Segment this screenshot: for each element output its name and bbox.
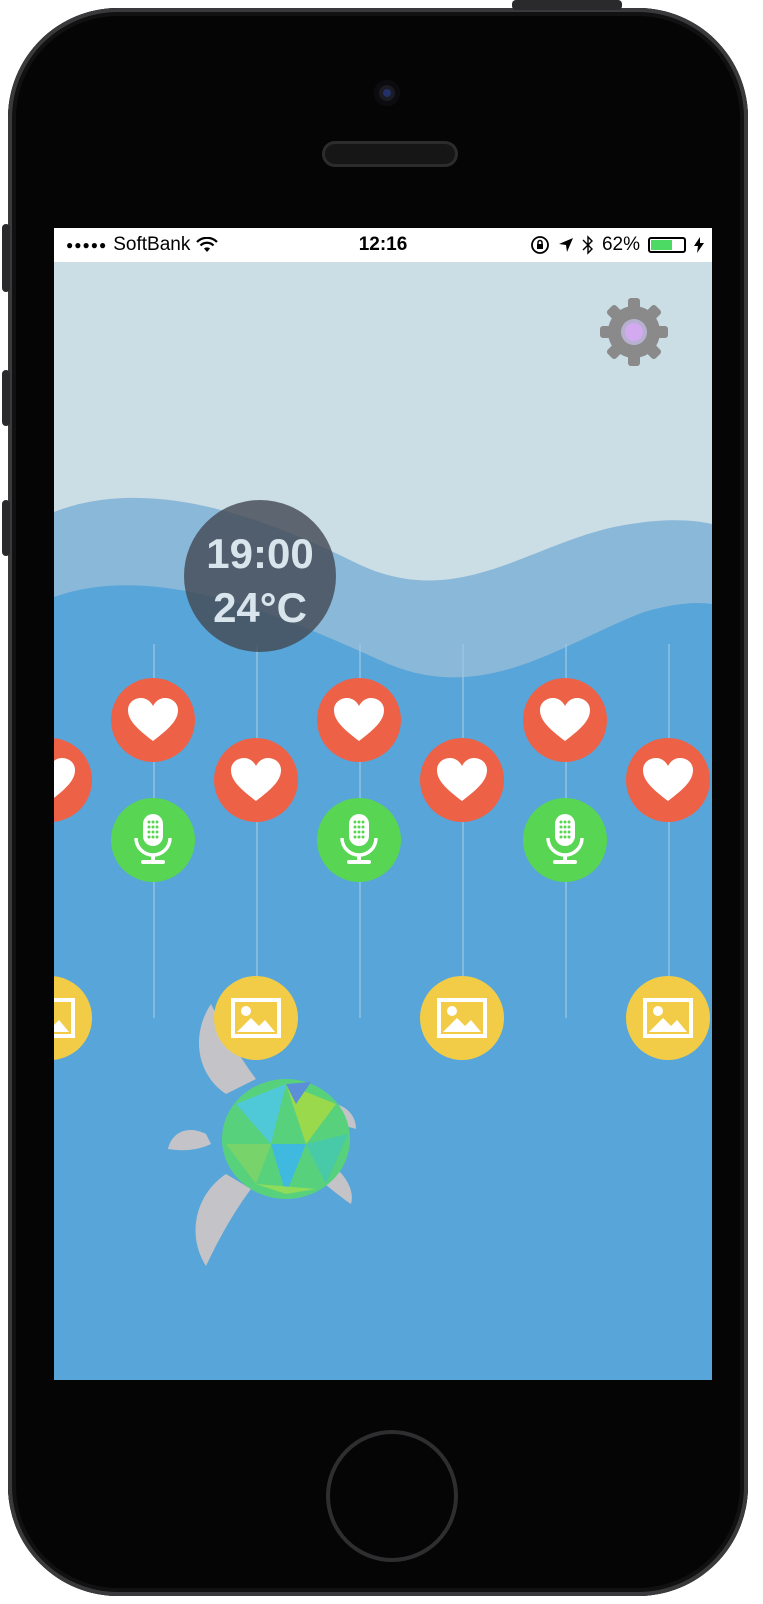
heart-bubble[interactable] bbox=[523, 678, 607, 762]
heart-bubble[interactable] bbox=[111, 678, 195, 762]
power-button[interactable] bbox=[512, 0, 622, 10]
front-camera bbox=[374, 80, 400, 106]
heart-icon bbox=[540, 698, 590, 741]
heart-bubble[interactable] bbox=[317, 678, 401, 762]
microphone-bubble[interactable] bbox=[523, 798, 607, 882]
ringer-switch[interactable] bbox=[2, 224, 10, 292]
microphone-icon bbox=[546, 814, 584, 864]
image-icon bbox=[643, 998, 693, 1038]
microphone-bubble[interactable] bbox=[111, 798, 195, 882]
forecast-time: 19:00 bbox=[206, 530, 314, 577]
volume-down-button[interactable] bbox=[2, 500, 10, 556]
image-bubble[interactable] bbox=[626, 976, 710, 1060]
microphone-icon bbox=[134, 814, 172, 864]
weather-time-bubble: 19:00 24°C bbox=[184, 500, 336, 652]
image-bubble[interactable] bbox=[420, 976, 504, 1060]
gear-icon[interactable] bbox=[598, 296, 670, 368]
heart-icon bbox=[334, 698, 384, 741]
earpiece-speaker bbox=[322, 141, 458, 167]
heart-icon bbox=[54, 758, 75, 798]
app-screen: ●●●●● SoftBank 12:16 62% 19:00 24°C bbox=[54, 228, 712, 1380]
image-icon bbox=[54, 998, 75, 1038]
image-icon bbox=[231, 998, 281, 1038]
microphone-icon bbox=[340, 814, 378, 864]
heart-icon bbox=[231, 758, 281, 801]
microphone-bubble[interactable] bbox=[317, 798, 401, 882]
heart-bubble[interactable] bbox=[420, 738, 504, 822]
volume-up-button[interactable] bbox=[2, 370, 10, 426]
heart-icon bbox=[643, 758, 693, 801]
home-button[interactable] bbox=[326, 1430, 458, 1562]
heart-icon bbox=[128, 698, 178, 741]
forecast-temperature: 24°C bbox=[213, 584, 307, 631]
heart-bubble[interactable] bbox=[626, 738, 710, 822]
heart-bubble[interactable] bbox=[214, 738, 298, 822]
heart-icon bbox=[437, 758, 487, 801]
image-icon bbox=[437, 998, 487, 1038]
image-bubble[interactable] bbox=[214, 976, 298, 1060]
